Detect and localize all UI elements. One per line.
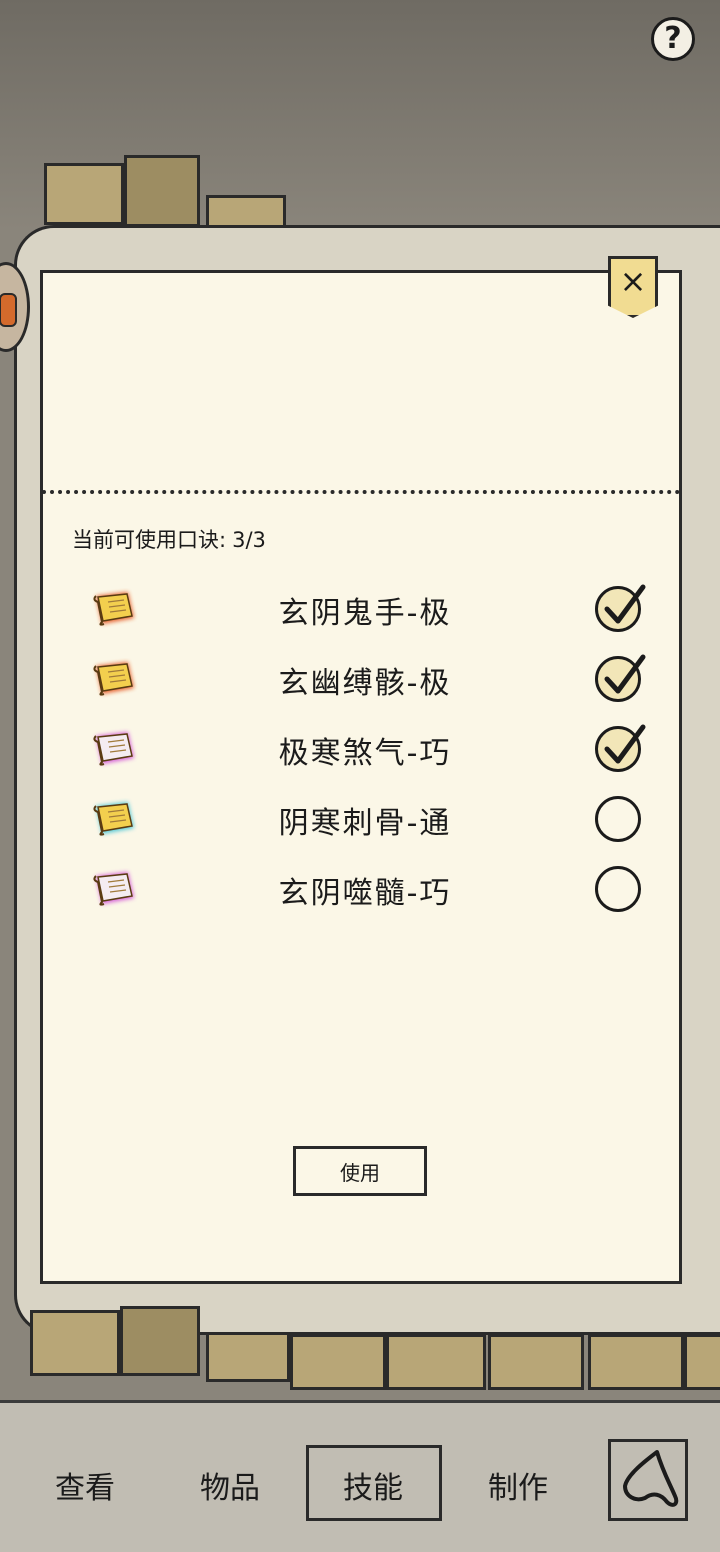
use-button[interactable]: 使用 [293,1146,427,1196]
skill-checkbox[interactable] [595,724,646,772]
skill-row[interactable]: 玄幽缚骸-极 [70,644,660,714]
checkmark-icon [604,584,646,624]
skill-row[interactable]: 玄阴鬼手-极 [70,574,660,644]
close-button[interactable]: × [608,256,658,318]
skill-name: 阴寒刺骨-通 [278,806,452,841]
skill-checkbox[interactable] [595,796,641,842]
skill-checkbox[interactable] [595,584,646,632]
counter-label: 当前可使用口诀: [72,528,227,552]
counter-value: 3/3 [232,528,266,552]
checkmark-icon [604,654,646,694]
skill-row[interactable]: 阴寒刺骨-通 [70,784,660,854]
skill-row[interactable]: 玄阴噬髓-巧 [70,854,660,924]
back-arrow-icon [623,1450,679,1507]
formula-counter: 当前可使用口诀: 3/3 [72,524,266,554]
tab-items[interactable]: 物品 [200,1463,260,1507]
skill-name: 极寒煞气-巧 [278,736,452,771]
bottom-nav: 查看 物品 技能 制作 [0,1400,720,1552]
skill-list: 玄阴鬼手-极 玄幽缚骸-极 极寒煞气-巧 阴寒刺骨-通 玄阴噬髓-巧 [70,574,660,924]
back-button[interactable] [608,1439,688,1521]
tab-skills[interactable]: 技能 [343,1463,403,1507]
help-button[interactable]: ? [651,17,695,61]
scroll-bottom-roller [0,1300,720,1390]
skill-name: 玄阴鬼手-极 [278,596,452,631]
divider [42,490,680,494]
skill-row[interactable]: 极寒煞气-巧 [70,714,660,784]
skill-name: 玄阴噬髓-巧 [278,876,452,911]
skill-checkbox[interactable] [595,654,646,702]
checkmark-icon [604,724,646,764]
skill-name: 玄幽缚骸-极 [278,666,452,701]
tab-craft[interactable]: 制作 [488,1463,548,1507]
skill-checkbox[interactable] [595,866,641,912]
tab-view[interactable]: 查看 [55,1463,115,1507]
